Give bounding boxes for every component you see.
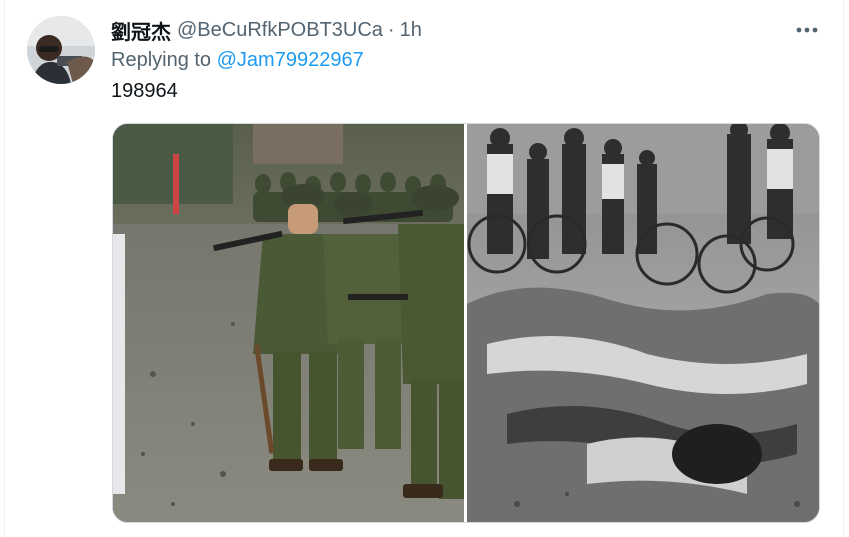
timeline-border-right <box>843 0 844 537</box>
display-name[interactable]: 劉冠杰 <box>111 16 171 45</box>
soldiers-photo <box>113 124 464 522</box>
replying-to-link[interactable]: @Jam79922967 <box>217 49 364 71</box>
more-horizontal-icon <box>796 27 818 33</box>
media-photo-left[interactable] <box>113 124 464 522</box>
tweet-text: 198964 <box>111 80 178 102</box>
more-button[interactable] <box>790 16 824 44</box>
tweet-media[interactable] <box>112 123 820 523</box>
avatar-photo <box>27 16 95 84</box>
timestamp[interactable]: 1h <box>400 19 422 42</box>
media-photo-right[interactable] <box>467 124 819 522</box>
timeline-border-left <box>4 0 5 537</box>
user-handle[interactable]: @BeCuRfkPOBT3UCa <box>177 19 383 42</box>
replying-label: Replying to <box>111 49 212 71</box>
aftermath-photo <box>467 124 819 522</box>
tweet-header: 劉冠杰 @BeCuRfkPOBT3UCa · 1h <box>111 16 422 45</box>
avatar[interactable] <box>27 16 95 84</box>
separator-dot: · <box>387 18 395 41</box>
replying-to-line: Replying to @Jam79922967 <box>111 49 364 72</box>
